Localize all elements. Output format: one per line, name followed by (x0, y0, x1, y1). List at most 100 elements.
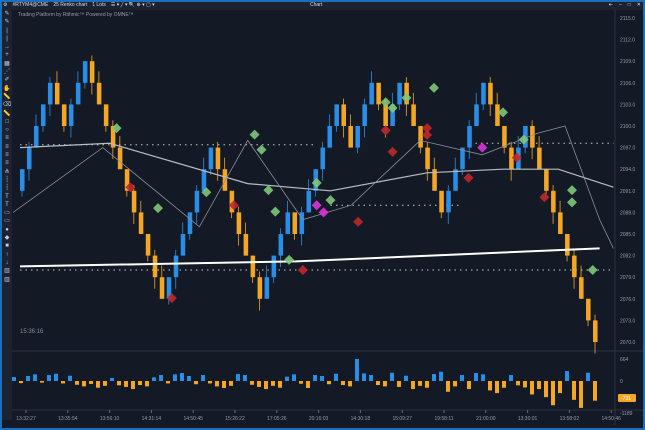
volume-bar (257, 381, 261, 387)
volume-bar (33, 374, 37, 381)
volume-bar (404, 375, 408, 381)
renko-brick-up (474, 104, 479, 126)
renko-brick-down (54, 82, 60, 105)
volume-bar (243, 375, 247, 381)
renko-brick-down (565, 234, 570, 256)
green-signal-diamond (311, 177, 322, 188)
renko-brick-down (593, 320, 598, 342)
price-tick-label: 2103.0 (620, 102, 636, 108)
renko-brick-up (26, 147, 32, 170)
green-signal-diamond (249, 129, 260, 140)
renko-brick-down (572, 255, 577, 278)
renko-brick-up (47, 82, 53, 105)
renko-brick-up (271, 255, 277, 278)
time-tick-label: 14:50:45 (183, 416, 203, 422)
renko-brick-up (369, 82, 374, 105)
renko-brick-up (194, 190, 200, 213)
time-tick-label: 14:50:46 (601, 416, 621, 422)
green-signal-diamond (153, 203, 163, 214)
renko-brick-up (264, 277, 270, 299)
volume-bar (369, 375, 373, 381)
price-tick-label: 2094.0 (620, 167, 636, 173)
green-signal-diamond (401, 92, 412, 103)
volume-bar (565, 371, 569, 381)
volume-bar (82, 381, 86, 387)
renko-brick-up (362, 104, 367, 126)
time-tick-label: 13:32:27 (16, 416, 36, 422)
volume-bar (509, 375, 513, 381)
volume-bar (593, 381, 597, 401)
renko-brick-down (495, 104, 500, 126)
red-signal-diamond (539, 192, 550, 203)
green-signal-diamond (567, 185, 577, 196)
renko-brick-down (250, 255, 256, 278)
volume-bar (516, 381, 520, 386)
price-tick-label: 2079.0 (620, 275, 636, 281)
volume-bar (173, 374, 177, 381)
renko-brick-down (376, 82, 381, 105)
magenta-signal-diamond (311, 200, 322, 211)
red-signal-diamond (463, 172, 474, 183)
renko-brick-up (33, 126, 39, 148)
volume-bar (124, 381, 128, 387)
renko-brick-down (537, 147, 542, 170)
time-tick-label: 13:58:02 (560, 416, 580, 422)
renko-brick-down (89, 61, 95, 83)
time-tick-label: 21:00:00 (476, 416, 496, 422)
green-signal-diamond (429, 82, 439, 93)
renko-brick-up (397, 82, 402, 105)
volume-bar (474, 373, 478, 381)
volume-bar (495, 381, 499, 394)
volume-bar (215, 381, 219, 387)
time-tick-label: 15:09:27 (392, 416, 412, 422)
time-tick-label: 17:05:26 (267, 416, 287, 422)
volume-bar (75, 381, 79, 385)
volume-bar (418, 381, 422, 386)
volume-bar (537, 381, 541, 390)
price-tick-label: 2097.0 (620, 146, 636, 152)
volume-bar (117, 381, 121, 386)
volume-bar (306, 381, 310, 388)
volume-bar (292, 374, 296, 381)
volume-bar (271, 381, 275, 386)
time-tick-label: 13:30:01 (518, 416, 538, 422)
red-signal-diamond (422, 130, 433, 140)
volume-bar (208, 381, 212, 384)
renko-brick-down (586, 298, 591, 321)
renko-brick-down (257, 277, 263, 299)
renko-chart[interactable]: 2115.0 2112.0 2109.0 2106.0 2103.0 2100.0 2097… (0, 0, 645, 430)
volume-bar (250, 381, 254, 385)
renko-brick-down (348, 126, 353, 148)
price-tick-label: 2085.0 (620, 232, 636, 238)
last-volume-label: -731 (621, 396, 631, 402)
renko-brick-up (453, 169, 458, 191)
volume-bar (61, 381, 65, 384)
renko-brick-up (327, 126, 333, 148)
volume-bar (530, 381, 534, 395)
green-signal-diamond (270, 206, 281, 217)
volume-bar (313, 375, 317, 381)
volume-bar (488, 381, 492, 391)
volume-bar (131, 381, 135, 390)
volume-bar (145, 381, 149, 387)
volume-bar (439, 371, 443, 381)
volume-bar (432, 374, 436, 381)
volume-bar (194, 381, 198, 385)
volume-bar (110, 378, 114, 381)
renko-brick-down (103, 104, 109, 126)
renko-brick-down (61, 104, 67, 126)
volume-bar (96, 381, 100, 388)
green-signal-diamond (387, 103, 398, 113)
renko-brick-down (152, 255, 158, 278)
green-signal-diamond (284, 254, 295, 265)
renko-brick-up (208, 147, 214, 170)
volume-bar (12, 377, 16, 381)
volume-bar (502, 381, 506, 388)
volume-bar (362, 373, 366, 381)
renko-brick-up (75, 82, 81, 105)
volume-bar (586, 372, 590, 381)
volume-bar (180, 373, 184, 381)
volume-bar (222, 381, 226, 388)
price-tick-label: 2082.0 (620, 254, 636, 260)
volume-bar (579, 381, 583, 408)
